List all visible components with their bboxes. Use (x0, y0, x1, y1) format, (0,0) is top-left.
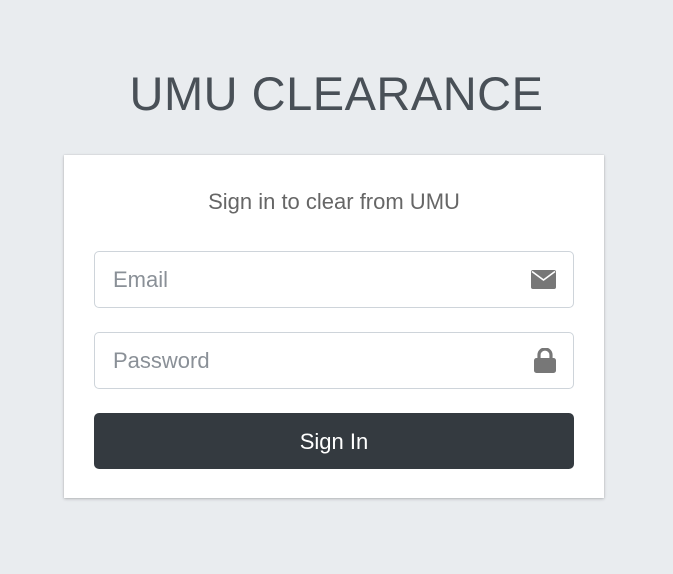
login-box-message: Sign in to clear from UMU (208, 189, 460, 214)
page-title: UMU CLEARANCE (129, 67, 544, 120)
email-field[interactable] (95, 252, 515, 307)
envelope-icon (531, 252, 556, 307)
lock-icon (534, 333, 556, 388)
login-card: Sign in to clear from UMU Sign In (64, 155, 604, 498)
sign-in-button[interactable]: Sign In (94, 413, 574, 469)
email-field-group (94, 251, 574, 308)
password-field[interactable] (95, 333, 515, 388)
password-field-group (94, 332, 574, 389)
